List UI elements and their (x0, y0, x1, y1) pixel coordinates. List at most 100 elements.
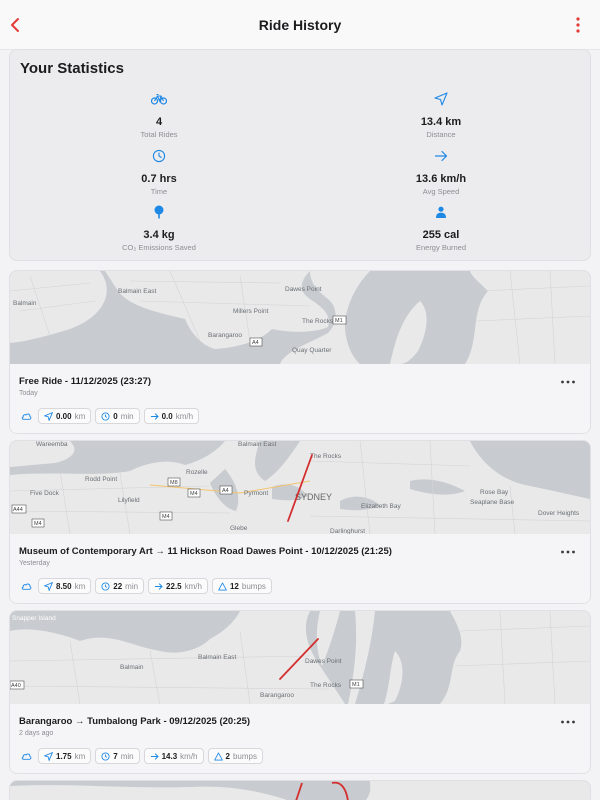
svg-text:Rozelle: Rozelle (186, 469, 208, 476)
duration-value: 0 (113, 411, 118, 421)
warning-triangle-icon (213, 752, 223, 760)
person-icon (436, 206, 446, 218)
speed-chip: 22.5 km/h (148, 578, 208, 594)
svg-text:Snapper Island: Snapper Island (12, 615, 56, 622)
svg-text:The Rocks: The Rocks (310, 682, 342, 689)
more-horizontal-icon[interactable] (560, 549, 576, 555)
bumps-chip: 2 bumps (207, 748, 263, 764)
statistics-heading: Your Statistics (20, 60, 124, 77)
svg-text:Elizabeth Bay: Elizabeth Bay (361, 503, 401, 510)
ride-map: Balmain East Dawes Point Balmain Millers… (10, 271, 590, 364)
speed-value: 14.3 (161, 751, 178, 761)
arrow-right-icon (150, 412, 159, 420)
ride-relative-date: Today (19, 390, 38, 397)
stat-label: CO₂ Emissions Saved (122, 243, 196, 252)
stat-time: 0.7 hrs Time (59, 147, 259, 196)
ride-metrics: 8.50 km 22 min 22.5 km/h 12 bumps (19, 578, 272, 594)
distance-chip: 1.75 km (38, 748, 92, 764)
clock-icon (101, 411, 110, 421)
back-chevron-icon[interactable] (6, 15, 26, 35)
svg-text:M4: M4 (34, 521, 42, 527)
svg-text:Seaplane Base: Seaplane Base (470, 499, 514, 506)
ride-title: Barangaroo → Tumbalong Park - 09/12/2025… (19, 716, 251, 727)
bumps-chip: 12 bumps (211, 578, 272, 594)
statistics-panel: Your Statistics 4 Total Rides 13.4 km Di… (9, 49, 591, 261)
svg-text:M4: M4 (190, 491, 198, 497)
stat-energy-burned: 255 cal Energy Burned (341, 203, 541, 252)
distance-unit: km (74, 581, 86, 591)
svg-text:SYDNEY: SYDNEY (295, 492, 332, 502)
arrow-right-icon (155, 582, 163, 590)
ride-title: Museum of Contemporary Art → 11 Hickson … (19, 546, 392, 557)
svg-text:M4: M4 (162, 514, 170, 520)
speed-chip: 0.0 km/h (143, 408, 200, 424)
cloud-icon (21, 753, 32, 760)
svg-text:Balmain East: Balmain East (238, 441, 276, 448)
distance-chip: 8.50 km (38, 578, 92, 594)
navigation-arrow-icon (44, 751, 53, 761)
ride-card[interactable]: Wareemba Balmain East The Rocks Rodd Poi… (9, 440, 591, 604)
stat-avg-speed: 13.6 km/h Avg Speed (341, 147, 541, 196)
page-title: Ride History (258, 16, 342, 33)
ride-card[interactable] (9, 780, 591, 800)
stat-value: 0.7 hrs (141, 173, 177, 185)
svg-text:A40: A40 (11, 683, 21, 689)
svg-text:Pyrmont: Pyrmont (244, 490, 268, 497)
duration-value: 7 (113, 751, 118, 761)
more-horizontal-icon[interactable] (560, 379, 576, 385)
cloud-icon (21, 413, 32, 420)
more-vertical-icon[interactable] (568, 15, 588, 35)
clock-icon (101, 581, 110, 591)
svg-text:Millers Point: Millers Point (233, 308, 269, 315)
speed-unit: km/h (184, 581, 202, 591)
ride-title: Free Ride - 11/12/2025 (23:27) (19, 376, 152, 387)
navigation-arrow-icon (434, 92, 448, 106)
cloud-icon (21, 583, 32, 590)
more-horizontal-icon[interactable] (560, 719, 576, 725)
duration-chip: 7 min (95, 748, 140, 764)
bumps-value: 2 (225, 751, 230, 761)
svg-text:M1: M1 (335, 318, 343, 324)
stat-co2-saved: 3.4 kg CO₂ Emissions Saved (59, 203, 259, 252)
top-bar: Ride History (0, 0, 600, 50)
stat-label: Time (150, 187, 168, 196)
svg-text:Dawes Point: Dawes Point (305, 658, 342, 665)
duration-unit: min (125, 581, 139, 591)
stat-value: 4 (155, 116, 163, 128)
svg-text:Balmain East: Balmain East (198, 654, 236, 661)
bumps-unit: bumps (232, 751, 257, 761)
arrow-right-icon (150, 752, 159, 760)
svg-text:A4: A4 (252, 340, 259, 346)
bicycle-icon (151, 93, 167, 105)
stat-value: 3.4 kg (143, 229, 175, 241)
weather-chip (19, 408, 34, 424)
svg-text:Lilyfield: Lilyfield (118, 497, 140, 504)
stat-value: 13.4 km (420, 116, 462, 128)
stat-label: Total Rides (140, 130, 178, 139)
svg-text:Dawes Point: Dawes Point (285, 286, 322, 293)
ride-map: Snapper Island Balmain East Dawes Point … (10, 611, 590, 704)
warning-triangle-icon (218, 582, 227, 590)
ride-relative-date: Yesterday (19, 560, 50, 567)
clock-icon (101, 751, 110, 761)
distance-value: 8.50 (56, 581, 72, 591)
distance-value: 0.00 (56, 411, 72, 421)
svg-text:A44: A44 (13, 507, 23, 513)
distance-unit: km (74, 411, 86, 421)
stat-value: 255 cal (422, 229, 460, 241)
svg-text:Balmain: Balmain (120, 664, 144, 671)
weather-chip (19, 748, 34, 764)
svg-text:Rose Bay: Rose Bay (480, 489, 509, 496)
ride-relative-date: 2 days ago (19, 730, 54, 737)
duration-unit: min (120, 751, 134, 761)
ride-card[interactable]: Balmain East Dawes Point Balmain Millers… (9, 270, 591, 434)
bumps-value: 12 (229, 581, 239, 591)
ride-info: Museum of Contemporary Art → 11 Hickson … (10, 534, 590, 603)
speed-chip: 14.3 km/h (143, 748, 204, 764)
svg-text:Barangaroo: Barangaroo (260, 692, 294, 699)
stat-total-rides: 4 Total Rides (59, 90, 259, 139)
duration-chip: 22 min (95, 578, 145, 594)
ride-map: Wareemba Balmain East The Rocks Rodd Poi… (10, 441, 590, 534)
svg-text:M8: M8 (170, 480, 178, 486)
ride-card[interactable]: Snapper Island Balmain East Dawes Point … (9, 610, 591, 774)
